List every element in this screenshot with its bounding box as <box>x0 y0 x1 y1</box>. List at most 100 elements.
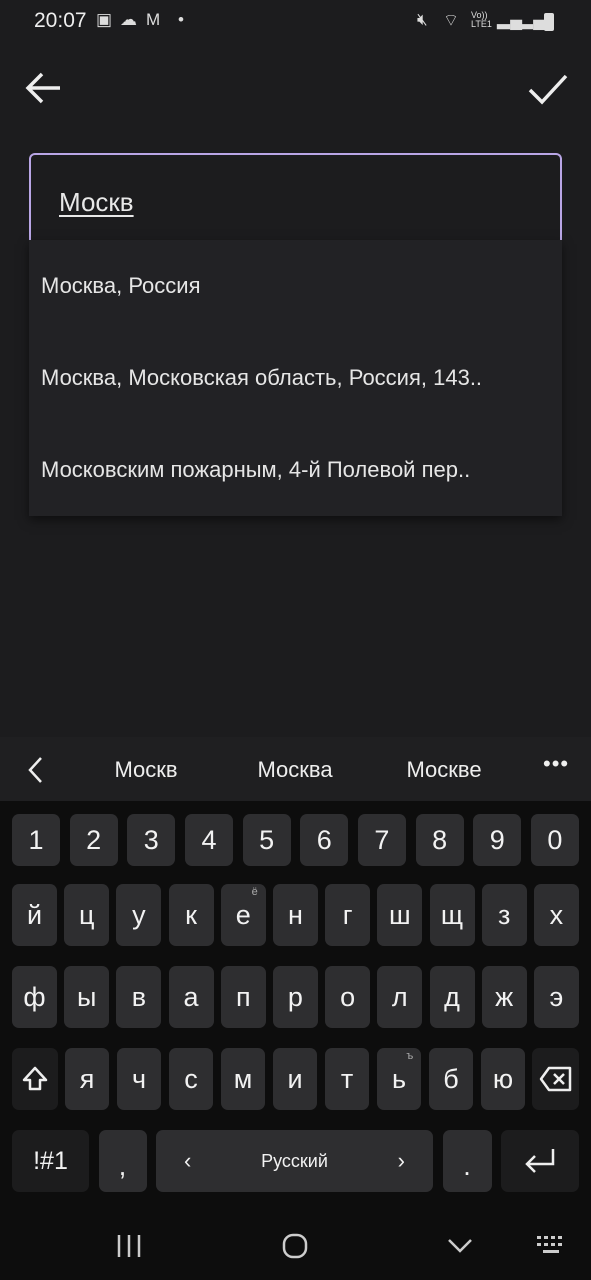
key-г[interactable]: г <box>325 884 371 946</box>
key-0[interactable]: 0 <box>530 814 579 866</box>
key-label: 7 <box>374 824 390 855</box>
key-label: о <box>340 981 356 1012</box>
backspace-key[interactable] <box>532 1048 579 1110</box>
key-label: з <box>497 899 511 930</box>
key-й[interactable]: й <box>12 884 57 946</box>
key-label: я <box>79 1063 95 1094</box>
keyboard-switch-icon[interactable] <box>536 1235 566 1257</box>
key-д[interactable]: д <box>429 966 475 1028</box>
mute-icon: 🔇︎ <box>417 10 428 29</box>
enter-key[interactable] <box>501 1130 579 1192</box>
key-я[interactable]: я <box>64 1048 110 1110</box>
key-5[interactable]: 5 <box>242 814 291 866</box>
key-label: э <box>549 981 564 1012</box>
alt-char-hint: ё <box>251 886 258 898</box>
key-9[interactable]: 9 <box>473 814 522 866</box>
key-label: ы <box>76 981 97 1012</box>
prediction-word[interactable]: Москве <box>406 757 481 783</box>
key-label: 8 <box>432 824 448 855</box>
suggestion-item[interactable]: Москва, Московская область, Россия, 143.… <box>29 332 562 424</box>
key-label: щ <box>440 899 464 930</box>
gallery-icon: ▣ <box>96 10 113 29</box>
key-2[interactable]: 2 <box>69 814 118 866</box>
key-с[interactable]: с <box>168 1048 214 1110</box>
key-6[interactable]: 6 <box>300 814 349 866</box>
gmail-icon: M <box>146 10 161 29</box>
key-7[interactable]: 7 <box>357 814 406 866</box>
alt-char-hint: ъ <box>406 1050 414 1062</box>
autocomplete-dropdown: Москва, Россия Москва, Московская област… <box>29 240 562 516</box>
check-icon[interactable] <box>526 70 570 110</box>
key-1[interactable]: 1 <box>12 814 60 866</box>
key-щ[interactable]: щ <box>429 884 475 946</box>
key-т[interactable]: т <box>324 1048 370 1110</box>
key-label: г <box>342 899 353 930</box>
key-х[interactable]: х <box>533 884 579 946</box>
key-label: ш <box>388 899 411 930</box>
key-к[interactable]: к <box>168 884 214 946</box>
key-label: 9 <box>489 824 505 855</box>
dot-icon: • <box>178 10 184 29</box>
key-label: л <box>391 981 408 1012</box>
recent-apps-icon[interactable] <box>116 1233 142 1259</box>
home-icon[interactable] <box>281 1232 309 1260</box>
key-label: 0 <box>547 824 563 855</box>
battery-charging-icon <box>544 13 554 31</box>
key-в[interactable]: в <box>116 966 162 1028</box>
comma-key[interactable]: , <box>98 1130 147 1192</box>
arrow-left-icon[interactable] <box>24 68 64 108</box>
key-4[interactable]: 4 <box>184 814 233 866</box>
key-з[interactable]: з <box>481 884 527 946</box>
more-options-icon[interactable]: ••• <box>543 751 569 777</box>
chevron-left-icon[interactable] <box>26 756 44 784</box>
key-у[interactable]: у <box>116 884 162 946</box>
key-ч[interactable]: ч <box>116 1048 162 1110</box>
key-label: 6 <box>316 824 332 855</box>
wifi-icon: ⌔ <box>443 11 459 30</box>
shift-key[interactable] <box>12 1048 58 1110</box>
key-label: в <box>131 981 147 1012</box>
key-м[interactable]: м <box>220 1048 266 1110</box>
hide-keyboard-icon[interactable] <box>446 1237 474 1255</box>
key-label: б <box>443 1063 459 1094</box>
key-label: к <box>185 899 197 930</box>
key-label: 3 <box>143 824 159 855</box>
key-ю[interactable]: ю <box>480 1048 526 1110</box>
key-э[interactable]: э <box>533 966 579 1028</box>
key-н[interactable]: н <box>272 884 318 946</box>
key-label: р <box>287 981 303 1012</box>
key-label: 1 <box>28 824 44 855</box>
key-label: е <box>235 899 251 930</box>
space-key[interactable]: ‹ Русский › <box>156 1130 433 1192</box>
key-ы[interactable]: ы <box>64 966 110 1028</box>
key-е[interactable]: её <box>220 884 266 946</box>
symbols-key[interactable]: !#1 <box>12 1130 89 1192</box>
key-б[interactable]: б <box>428 1048 474 1110</box>
suggestion-item[interactable]: Московским пожарным, 4-й Полевой пер.. <box>29 424 562 516</box>
key-3[interactable]: 3 <box>127 814 176 866</box>
key-ф[interactable]: ф <box>12 966 57 1028</box>
key-8[interactable]: 8 <box>415 814 464 866</box>
key-ь[interactable]: ьъ <box>376 1048 422 1110</box>
key-л[interactable]: л <box>377 966 423 1028</box>
shift-icon <box>22 1066 48 1091</box>
period-key[interactable]: . <box>442 1130 492 1192</box>
key-а[interactable]: а <box>168 966 214 1028</box>
suggestion-item[interactable]: Москва, Россия <box>29 240 562 332</box>
key-label: ц <box>78 899 95 930</box>
key-ш[interactable]: ш <box>377 884 423 946</box>
key-п[interactable]: п <box>220 966 266 1028</box>
navigation-bar <box>0 1205 591 1280</box>
key-label: а <box>183 981 199 1012</box>
key-label: ч <box>131 1063 147 1094</box>
key-ж[interactable]: ж <box>481 966 527 1028</box>
key-о[interactable]: о <box>325 966 371 1028</box>
prediction-word[interactable]: Москва <box>257 757 332 783</box>
prediction-word[interactable]: Москв <box>114 757 177 783</box>
key-label: м <box>233 1063 253 1094</box>
search-input-value[interactable]: Москв <box>59 187 134 218</box>
key-ц[interactable]: ц <box>64 884 110 946</box>
key-и[interactable]: и <box>272 1048 318 1110</box>
volte-icon: Vo)) LTE1 <box>471 10 492 29</box>
key-р[interactable]: р <box>272 966 318 1028</box>
